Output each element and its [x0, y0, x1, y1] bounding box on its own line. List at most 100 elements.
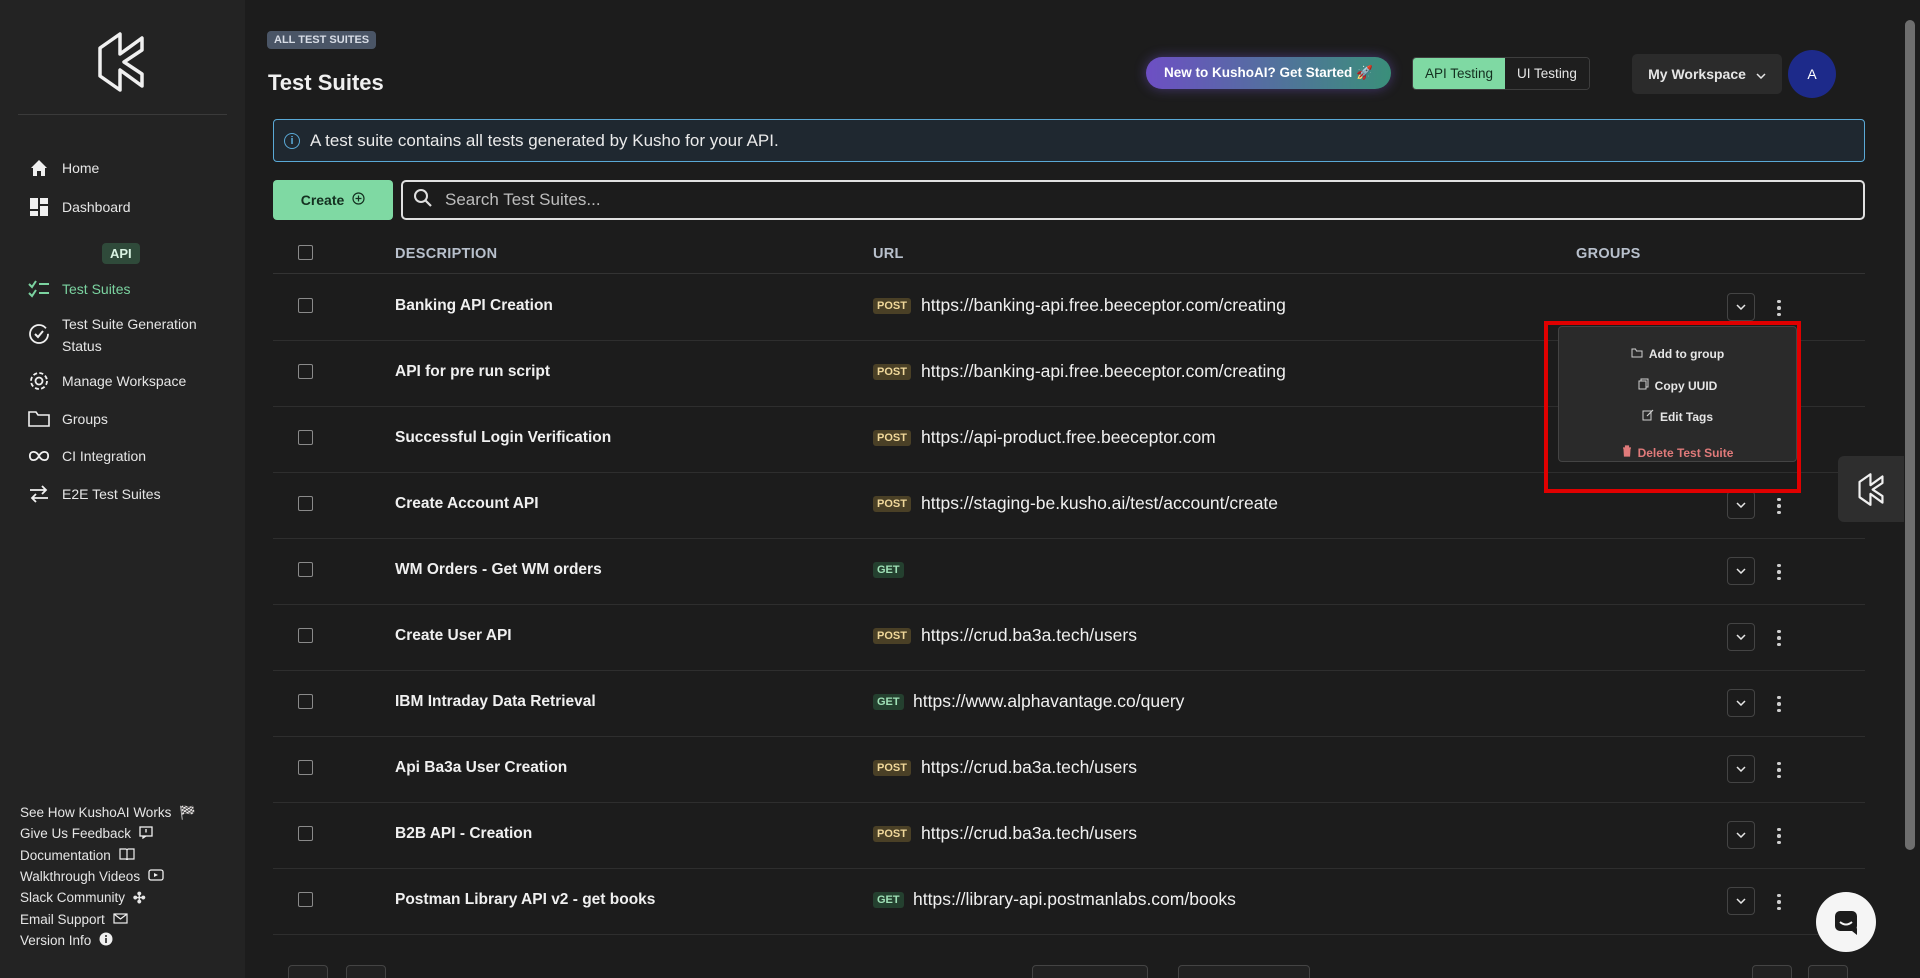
page-scrollbar[interactable]: [1905, 20, 1915, 850]
page-size-select[interactable]: [1032, 965, 1148, 978]
table-row[interactable]: WM Orders - Get WM orders GET: [273, 539, 1865, 605]
api-badge: API: [102, 243, 140, 264]
more-options-button[interactable]: [1774, 559, 1784, 585]
table-row[interactable]: IBM Intraday Data Retrieval GET https://ww…: [273, 671, 1865, 737]
more-options-button[interactable]: [1774, 823, 1784, 849]
workspace-selector[interactable]: My Workspace: [1632, 54, 1782, 94]
footer-email-support[interactable]: Email Support: [20, 908, 196, 929]
expand-row-button[interactable]: [1727, 689, 1755, 717]
footer-version-info[interactable]: Version Info: [20, 930, 196, 951]
row-checkbox[interactable]: [298, 760, 313, 775]
api-testing-tab[interactable]: API Testing: [1413, 58, 1506, 89]
sidebar-item-home[interactable]: Home: [28, 157, 99, 179]
sidebar-item-label: Test Suite Generation Status: [62, 316, 197, 354]
kusho-logo-icon: [1858, 473, 1884, 506]
kebab-dot: [1777, 576, 1781, 581]
expand-row-button[interactable]: [1727, 293, 1755, 321]
sidebar-item-e2e-test-suites[interactable]: E2E Test Suites: [28, 483, 161, 505]
get-started-label: New to KushoAI? Get Started 🚀: [1164, 65, 1373, 80]
method-badge: POST: [873, 364, 911, 380]
chat-support-button[interactable]: [1816, 892, 1876, 952]
column-description[interactable]: DESCRIPTION: [395, 246, 497, 262]
footer-see-how[interactable]: See How KushoAI Works 🏁: [20, 802, 196, 823]
sidebar-item-ci-integration[interactable]: CI Integration: [28, 445, 146, 467]
row-checkbox[interactable]: [298, 628, 313, 643]
row-checkbox[interactable]: [298, 694, 313, 709]
row-checkbox[interactable]: [298, 430, 313, 445]
row-description[interactable]: Banking API Creation: [395, 297, 553, 315]
footer-documentation[interactable]: Documentation: [20, 845, 196, 866]
more-options-button[interactable]: [1774, 889, 1784, 915]
expand-row-button[interactable]: [1727, 491, 1755, 519]
kebab-dot: [1777, 629, 1781, 634]
sidebar-item-dashboard[interactable]: Dashboard: [28, 196, 131, 218]
table-row[interactable]: Api Ba3a User Creation POST https://crud.b…: [273, 737, 1865, 803]
column-groups[interactable]: GROUPS: [1576, 246, 1641, 262]
gear-icon: [28, 370, 50, 392]
kusho-floating-button[interactable]: [1838, 456, 1904, 522]
row-checkbox[interactable]: [298, 562, 313, 577]
more-options-button[interactable]: [1774, 493, 1784, 519]
kebab-dot: [1777, 504, 1781, 508]
row-description[interactable]: IBM Intraday Data Retrieval: [395, 693, 596, 711]
pagination-next[interactable]: [1752, 965, 1792, 978]
row-checkbox[interactable]: [298, 364, 313, 379]
sidebar-item-groups[interactable]: Groups: [28, 408, 108, 430]
method-badge: POST: [873, 628, 911, 644]
row-description[interactable]: API for pre run script: [395, 363, 550, 381]
chevron-down-icon: [1736, 700, 1746, 706]
page-jump[interactable]: [1178, 965, 1310, 978]
avatar[interactable]: A: [1788, 50, 1836, 98]
table-row[interactable]: Postman Library API v2 - get books GET htt…: [273, 869, 1865, 935]
row-description[interactable]: WM Orders - Get WM orders: [395, 561, 602, 579]
expand-row-button[interactable]: [1727, 821, 1755, 849]
arrows-icon: [28, 483, 50, 505]
row-description[interactable]: Create User API: [395, 627, 512, 645]
row-checkbox[interactable]: [298, 892, 313, 907]
expand-row-button[interactable]: [1727, 755, 1755, 783]
method-badge: POST: [873, 826, 911, 842]
row-checkbox[interactable]: [298, 826, 313, 841]
kebab-dot: [1777, 306, 1781, 310]
kebab-dot: [1777, 774, 1781, 779]
get-started-button[interactable]: New to KushoAI? Get Started 🚀: [1146, 57, 1391, 89]
row-checkbox[interactable]: [298, 496, 313, 511]
footer-slack[interactable]: Slack Community ✣: [20, 887, 196, 908]
footer-feedback[interactable]: Give Us Feedback: [20, 823, 196, 844]
column-url[interactable]: URL: [873, 246, 904, 262]
expand-row-button[interactable]: [1727, 623, 1755, 651]
more-options-button[interactable]: [1774, 691, 1784, 717]
kebab-dot: [1777, 708, 1781, 713]
method-badge: POST: [873, 298, 911, 314]
search-input[interactable]: [445, 190, 1745, 210]
sidebar-item-generation-status[interactable]: Test Suite Generation Status: [28, 313, 208, 357]
row-description[interactable]: Api Ba3a User Creation: [395, 759, 567, 777]
more-options-button[interactable]: [1774, 757, 1784, 783]
sidebar-item-test-suites[interactable]: Test Suites: [28, 278, 130, 300]
ui-testing-tab[interactable]: UI Testing: [1505, 58, 1589, 89]
create-button[interactable]: Create: [273, 180, 393, 220]
row-description[interactable]: B2B API - Creation: [395, 825, 532, 843]
footer-walkthrough[interactable]: Walkthrough Videos: [20, 866, 196, 887]
pagination-prev[interactable]: [346, 965, 386, 978]
more-options-button[interactable]: [1774, 295, 1784, 321]
row-checkbox[interactable]: [298, 298, 313, 313]
row-description[interactable]: Successful Login Verification: [395, 429, 611, 447]
expand-row-button[interactable]: [1727, 557, 1755, 585]
more-options-button[interactable]: [1774, 625, 1784, 651]
kusho-logo[interactable]: [90, 28, 152, 94]
folder-icon: [28, 408, 50, 430]
table-row[interactable]: Create User API POST https://crud.ba3a.tec…: [273, 605, 1865, 671]
breadcrumb[interactable]: ALL TEST SUITES: [267, 31, 377, 49]
select-all-checkbox[interactable]: [298, 245, 313, 260]
row-url: https://banking-api.free.beeceptor.com/c…: [921, 361, 1286, 381]
sidebar-item-manage-workspace[interactable]: Manage Workspace: [28, 370, 186, 392]
check-circle-icon: [28, 323, 50, 345]
row-description[interactable]: Create Account API: [395, 495, 539, 513]
pagination-last[interactable]: [1808, 965, 1848, 978]
table-row[interactable]: B2B API - Creation POST https://crud.ba3a.…: [273, 803, 1865, 869]
row-description[interactable]: Postman Library API v2 - get books: [395, 891, 655, 909]
pagination-first[interactable]: [288, 965, 328, 978]
expand-row-button[interactable]: [1727, 887, 1755, 915]
kebab-dot: [1777, 827, 1781, 832]
